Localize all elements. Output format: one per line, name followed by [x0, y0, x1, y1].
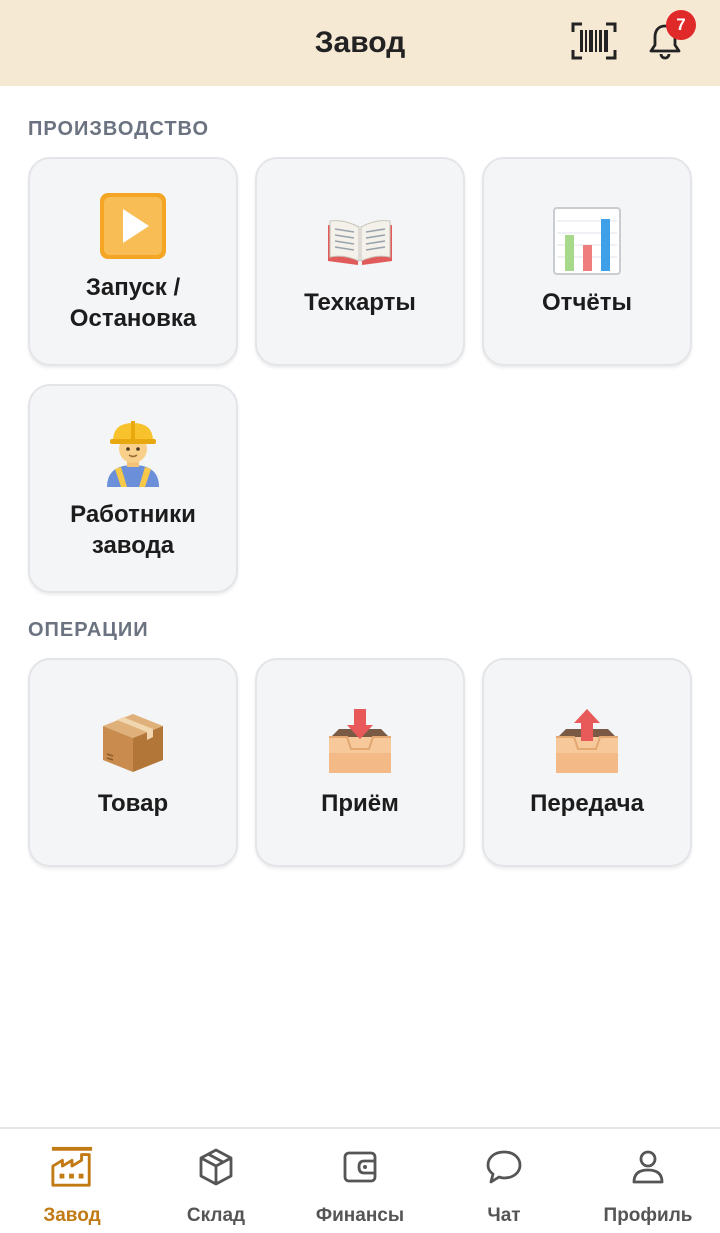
tile-label: Отчёты: [542, 289, 632, 316]
tile-factory-workers[interactable]: Работники завода: [28, 384, 238, 593]
tile-label: Техкарты: [304, 289, 416, 316]
construction-worker-icon: [97, 417, 169, 489]
outbox-tray-icon: [551, 706, 623, 778]
tile-label: Передача: [530, 790, 644, 817]
section-title-production: ПРОИЗВОДСТВО: [28, 118, 210, 140]
tile-label-line1: Запуск /: [85, 273, 181, 301]
tile-label: Приём: [321, 790, 399, 817]
bottom-navigation: Завод Склад Финансы Чат Профиль: [0, 1127, 720, 1233]
play-button-icon: [97, 190, 169, 262]
nav-item-warehouse[interactable]: Склад: [144, 1129, 288, 1233]
open-book-icon: [324, 205, 396, 277]
nav-label: Профиль: [603, 1205, 693, 1226]
tile-reports[interactable]: Отчёты: [482, 157, 692, 366]
inbox-tray-icon: [324, 706, 396, 778]
box-icon: [194, 1145, 238, 1189]
tile-goods[interactable]: Товар: [28, 658, 238, 867]
nav-label: Завод: [43, 1205, 101, 1226]
bar-chart-icon: [551, 205, 623, 277]
tile-receiving[interactable]: Приём: [255, 658, 465, 867]
factory-icon: [50, 1145, 94, 1189]
barcode-scan-icon: [571, 22, 617, 60]
user-icon: [626, 1145, 670, 1189]
nav-item-factory[interactable]: Завод: [0, 1129, 144, 1233]
tile-label-line1: Работники: [70, 500, 196, 528]
tile-label: Товар: [97, 790, 169, 817]
section-title-operations: ОПЕРАЦИИ: [28, 619, 149, 641]
wallet-icon: [338, 1145, 382, 1189]
chat-bubble-icon: [482, 1145, 526, 1189]
nav-item-chat[interactable]: Чат: [432, 1129, 576, 1233]
notification-badge: 7: [666, 10, 696, 40]
tile-transfer[interactable]: Передача: [482, 658, 692, 867]
barcode-scanner-button[interactable]: [570, 20, 618, 62]
package-icon: [97, 706, 169, 778]
tile-label-line2: завода: [91, 531, 175, 559]
nav-label: Чат: [487, 1205, 521, 1226]
nav-item-profile[interactable]: Профиль: [576, 1129, 720, 1233]
nav-label: Финансы: [315, 1205, 405, 1226]
tile-label-line2: Остановка: [69, 304, 197, 332]
tile-start-stop[interactable]: Запуск / Остановка: [28, 157, 238, 366]
page-title: Завод: [314, 26, 406, 59]
tile-tech-cards[interactable]: Техкарты: [255, 157, 465, 366]
nav-item-finance[interactable]: Финансы: [288, 1129, 432, 1233]
nav-label: Склад: [186, 1205, 246, 1226]
